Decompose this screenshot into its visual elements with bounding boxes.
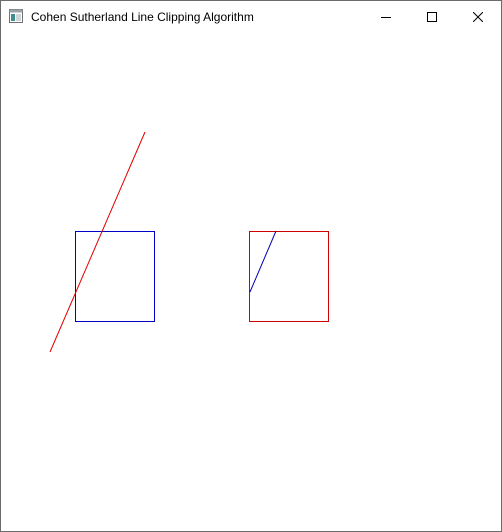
- maximize-icon: [427, 11, 437, 22]
- minimize-icon: [381, 12, 391, 22]
- clip-window-after: [249, 231, 329, 322]
- close-button[interactable]: [455, 1, 501, 32]
- app-window: Cohen Sutherland Line Clipping Algorithm: [0, 0, 502, 532]
- line-after-clipping: [249, 230, 277, 293]
- title-bar[interactable]: Cohen Sutherland Line Clipping Algorithm: [1, 1, 501, 32]
- clipping-canvas: [49, 131, 329, 353]
- minimize-button[interactable]: [363, 1, 409, 32]
- maximize-button[interactable]: [409, 1, 455, 32]
- clip-window-before: [75, 231, 155, 322]
- window-title: Cohen Sutherland Line Clipping Algorithm: [31, 10, 254, 24]
- app-icon: [9, 9, 23, 23]
- close-icon: [473, 11, 483, 22]
- drawing-area: [1, 32, 501, 531]
- line-before-clipping: [49, 131, 146, 353]
